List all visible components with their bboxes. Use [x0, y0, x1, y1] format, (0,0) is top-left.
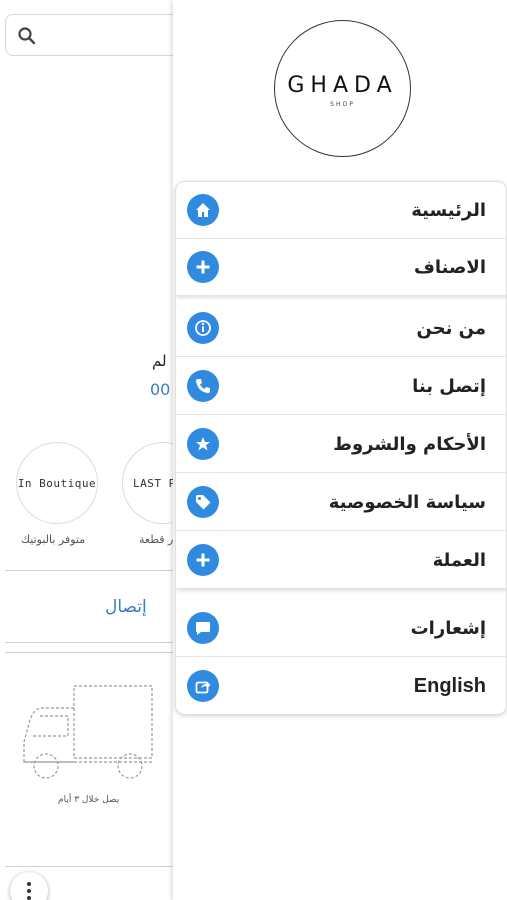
badge-caption: ر قطعة	[139, 533, 174, 546]
divider	[5, 570, 175, 571]
badge-caption: متوفر بالبوتيك	[21, 533, 86, 546]
chat-bubble-icon	[187, 612, 219, 644]
logo-subtitle: SHOP	[330, 101, 355, 108]
delivery-caption: يصل خلال ٣ أيام	[58, 795, 120, 805]
logo-brand: GHADA	[287, 73, 398, 98]
home-icon	[187, 194, 219, 226]
menu-item-label: إشعارات	[410, 617, 486, 639]
menu-item-label: من نحن	[416, 317, 486, 339]
menu-item-currency[interactable]: العملة	[176, 532, 506, 589]
menu-item-label: العملة	[432, 549, 486, 571]
menu-item-label: English	[413, 675, 486, 697]
in-boutique-badge[interactable]: In Boutique	[16, 442, 98, 524]
more-dot-icon	[27, 882, 31, 886]
menu-item-home[interactable]: الرئيسية	[176, 182, 506, 239]
menu-item-label: الرئيسية	[411, 199, 486, 221]
divider	[5, 652, 175, 653]
delivery-truck-icon	[23, 685, 153, 779]
plus-circle-icon	[187, 544, 219, 576]
badge-text: In Boutique	[17, 476, 97, 490]
divider	[5, 642, 175, 643]
divider	[5, 866, 175, 867]
navigation-drawer: GHADA SHOP الرئيسية الاصناف من نحن إتصل …	[173, 0, 507, 900]
drawer-menu: الرئيسية الاصناف من نحن إتصل بنا الأحكام	[175, 181, 507, 715]
menu-item-label: الأحكام والشروط	[333, 433, 486, 455]
menu-item-label: إتصل بنا	[412, 375, 486, 397]
menu-item-privacy[interactable]: سياسة الخصوصية	[176, 474, 506, 531]
star-icon	[187, 428, 219, 460]
more-options-button[interactable]	[10, 872, 48, 900]
phone-icon	[187, 370, 219, 402]
partial-phone-text: 00	[150, 380, 171, 399]
menu-item-label: سياسة الخصوصية	[328, 491, 486, 513]
shop-logo[interactable]: GHADA SHOP	[274, 20, 411, 157]
menu-item-terms[interactable]: الأحكام والشروط	[176, 416, 506, 473]
menu-item-contact[interactable]: إتصل بنا	[176, 358, 506, 415]
contact-link[interactable]: إتصال	[105, 597, 147, 617]
menu-item-notifications[interactable]: إشعارات	[176, 600, 506, 657]
menu-item-about[interactable]: من نحن	[176, 300, 506, 357]
info-icon	[187, 312, 219, 344]
tag-icon	[187, 486, 219, 518]
partial-text: لم	[152, 352, 167, 370]
plus-circle-icon	[187, 251, 219, 283]
more-dot-icon	[27, 896, 31, 900]
share-icon	[187, 670, 219, 702]
menu-item-language[interactable]: English	[176, 658, 506, 714]
menu-item-label: الاصناف	[414, 256, 486, 278]
more-dot-icon	[27, 889, 31, 893]
menu-item-categories[interactable]: الاصناف	[176, 239, 506, 296]
search-icon	[18, 27, 36, 45]
